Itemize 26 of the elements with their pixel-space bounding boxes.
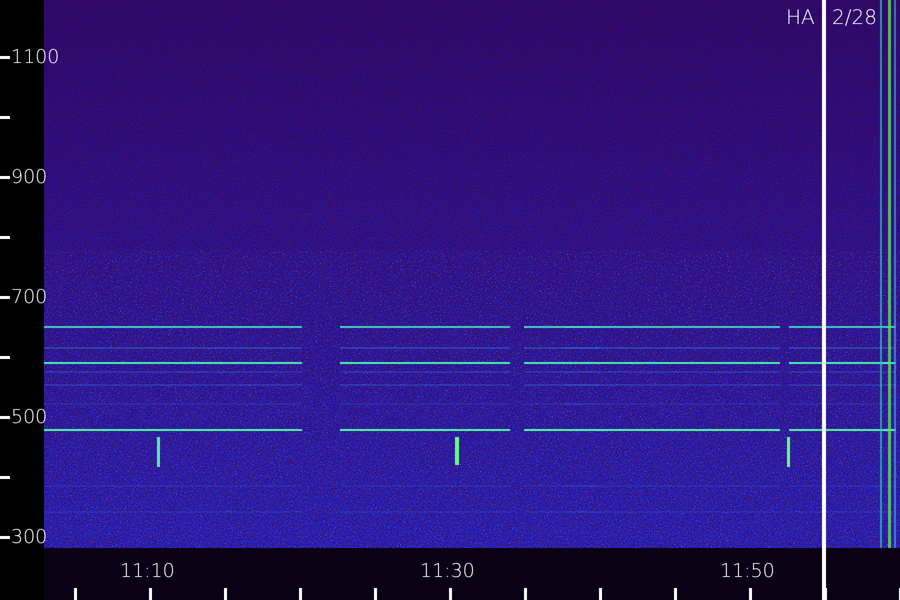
x-axis-label: 11:10 — [120, 562, 175, 581]
station-label: HA — [786, 7, 815, 27]
tick-mark — [0, 356, 10, 359]
tick-mark — [599, 588, 602, 600]
tick-mark — [0, 536, 10, 539]
tick-mark — [0, 416, 10, 419]
tick-mark — [0, 476, 10, 479]
tick-mark — [224, 588, 227, 600]
y-axis-label: 500 — [11, 408, 48, 427]
x-axis-label: 11:50 — [720, 562, 775, 581]
date-label: 2/28 — [832, 7, 877, 27]
tick-mark — [0, 296, 10, 299]
tick-mark — [749, 588, 752, 600]
tick-mark — [0, 56, 10, 59]
tick-mark — [0, 116, 10, 119]
tick-mark — [0, 236, 10, 239]
tick-mark — [449, 588, 452, 600]
y-axis-label: 1100 — [11, 48, 60, 67]
tick-mark — [299, 588, 302, 600]
tick-mark — [0, 176, 10, 179]
tick-mark — [149, 588, 152, 600]
tick-mark — [74, 588, 77, 600]
x-axis-label: 11:30 — [420, 562, 475, 581]
tick-mark — [524, 588, 527, 600]
tick-mark — [374, 588, 377, 600]
tick-mark — [674, 588, 677, 600]
